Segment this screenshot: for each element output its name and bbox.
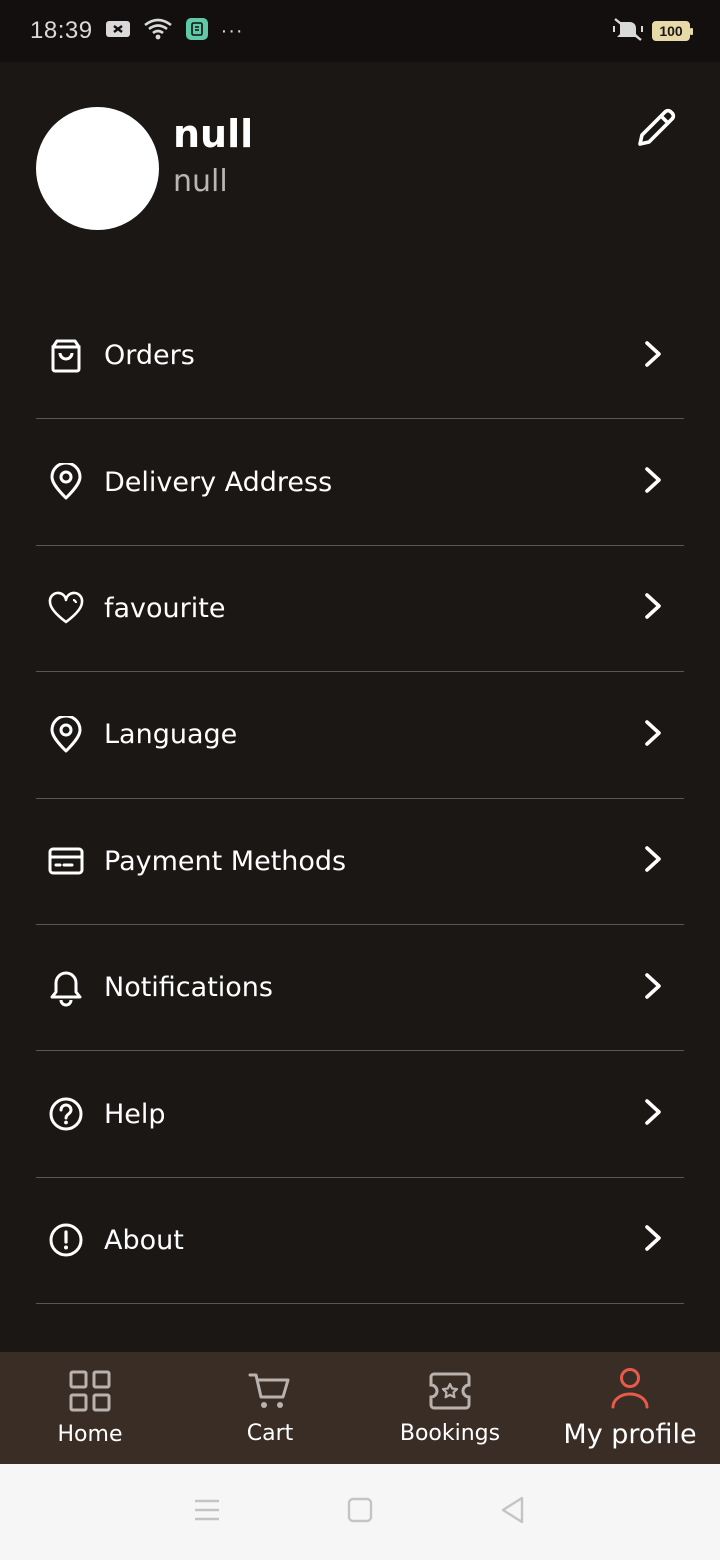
menu-lines-icon [192,1497,222,1527]
status-bar: 18:39 ··· 100 [0,0,720,62]
wifi-icon [143,17,173,45]
menu-label: About [104,1224,184,1256]
menu-label: Language [104,719,238,751]
chevron-right-icon [642,592,664,624]
menu-item-payment-methods[interactable]: Payment Methods [36,799,684,925]
menu-item-orders[interactable]: Orders [36,293,684,420]
square-icon [346,1496,374,1528]
cart-icon [248,1371,292,1415]
nav-item-bookings[interactable]: Bookings [360,1352,540,1464]
status-right: 100 [612,16,693,46]
profile-name: null [173,112,254,156]
chevron-right-icon [642,972,664,1004]
nav-label-my-profile: My profile [563,1418,697,1450]
location-pin-icon [36,462,96,502]
nav-label-cart: Cart [246,1420,294,1446]
silent-mode-icon [612,16,644,46]
home-button[interactable] [340,1492,380,1532]
nav-label-bookings: Bookings [399,1420,501,1446]
menu-label: favourite [104,592,226,624]
profile-subtitle: null [173,164,228,199]
status-time: 18:39 [30,17,93,44]
bottom-nav: Home Cart Bookings My profile [0,1352,720,1464]
location-pin-icon [36,715,96,755]
help-circle-icon [36,1094,96,1134]
chevron-right-icon [642,719,664,751]
menu-label: Payment Methods [104,845,347,877]
more-notifications-icon: ··· [220,19,244,42]
bell-icon [36,968,96,1008]
status-left: 18:39 ··· [30,17,244,45]
edit-profile-button[interactable] [630,104,682,156]
battery-indicator: 100 [652,21,693,41]
menu-label: Notifications [104,972,273,1004]
chevron-right-icon [642,1098,664,1130]
menu-item-notifications[interactable]: Notifications [36,925,684,1052]
chevron-right-icon [642,466,664,498]
chevron-right-icon [642,1224,664,1256]
user-icon [608,1367,652,1413]
profile-menu: Orders Delivery Address favourite Langua… [36,293,684,1305]
grid-icon [68,1370,112,1416]
menu-item-help[interactable]: Help [36,1051,684,1178]
notification-badge-icon [105,19,131,43]
back-button[interactable] [493,1492,533,1532]
nav-item-cart[interactable]: Cart [180,1352,360,1464]
credit-card-icon [36,841,96,881]
system-navigation-bar [0,1464,720,1560]
triangle-back-icon [499,1495,527,1529]
avatar[interactable] [36,107,159,230]
recent-apps-button[interactable] [187,1492,227,1532]
nav-label-home: Home [57,1421,123,1447]
nav-item-my-profile[interactable]: My profile [540,1352,720,1464]
menu-item-delivery-address[interactable]: Delivery Address [36,419,684,546]
app-notification-icon [185,17,209,45]
ticket-icon [428,1371,472,1415]
menu-label: Orders [104,340,195,372]
menu-item-language[interactable]: Language [36,672,684,799]
menu-label: Delivery Address [104,466,333,498]
menu-label: Help [104,1098,166,1130]
chevron-right-icon [642,340,664,372]
chevron-right-icon [642,845,664,877]
profile-header: null null [0,62,720,292]
pencil-icon [632,104,680,156]
nav-item-home[interactable]: Home [0,1352,180,1464]
menu-item-about[interactable]: About [36,1178,684,1305]
shopping-bag-icon [36,336,96,376]
menu-item-favourite[interactable]: favourite [36,546,684,673]
heart-icon [36,588,96,628]
alert-circle-icon [36,1220,96,1260]
